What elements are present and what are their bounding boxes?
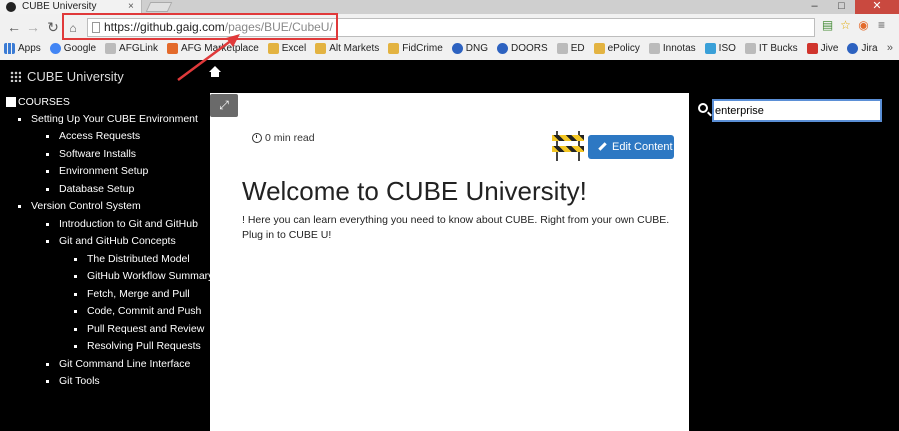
bookmark-fidcrime[interactable]: FidCrime [388, 42, 443, 54]
under-construction-icon [552, 131, 584, 161]
rss-icon[interactable]: ◉ [856, 18, 871, 33]
star-icon[interactable]: ☆ [838, 18, 853, 33]
home-icon[interactable] [209, 66, 221, 78]
page-icon [105, 42, 117, 54]
apps-grid-icon [4, 42, 15, 54]
bookmark-ed[interactable]: ED [556, 42, 585, 54]
window-controls: – □ ✕ [801, 0, 899, 14]
bookmark-iso[interactable]: ISO [704, 42, 736, 54]
bookmarks-bar: Apps Google AFGLink AFG Marketplace Exce… [0, 38, 899, 58]
tab-title: CUBE University [22, 1, 97, 12]
search-input[interactable] [712, 99, 882, 122]
top-navbar: CUBE University [0, 60, 899, 93]
tab-close-icon[interactable]: × [128, 0, 134, 14]
sidebar-item-intro-git[interactable]: Introduction to Git and GitHub [46, 218, 198, 230]
sidebar: COURSES Setting Up Your CUBE Environment… [0, 93, 213, 431]
app-window: CUBE University COURSES Setting Up Your … [0, 60, 899, 431]
brand-title: CUBE University [27, 69, 124, 84]
jive-icon [806, 42, 818, 54]
extension-icon[interactable]: ▤ [820, 18, 835, 33]
jira-icon [847, 42, 859, 54]
tab-strip: CUBE University × – □ ✕ [0, 0, 899, 14]
sidebar-item-git-concepts[interactable]: Git and GitHub Concepts [46, 235, 176, 247]
main-content: ⤢ 0 min read Edit Content Welcome to CUB… [210, 93, 689, 431]
extension-icons: ▤ ☆ ◉ ≡ [820, 18, 889, 37]
pencil-icon [598, 142, 607, 151]
sidebar-item-code-commit-push[interactable]: Code, Commit and Push [74, 305, 201, 317]
sidebar-item-workflow-summary[interactable]: GitHub Workflow Summary [74, 270, 213, 282]
bookmark-afg-marketplace[interactable]: AFG Marketplace [166, 42, 259, 54]
google-icon [49, 42, 61, 54]
folder-icon [593, 42, 605, 54]
sidebar-item-database-setup[interactable]: Database Setup [46, 183, 134, 195]
bookmark-dng[interactable]: DNG [451, 42, 488, 54]
sidebar-item-software-installs[interactable]: Software Installs [46, 148, 136, 160]
afg-icon [166, 42, 178, 54]
sidebar-item-fetch-merge-pull[interactable]: Fetch, Merge and Pull [74, 288, 190, 300]
sidebar-item-resolving-pull-requests[interactable]: Resolving Pull Requests [74, 340, 201, 352]
bookmark-apps[interactable]: Apps [4, 42, 41, 54]
bookmark-it-bucks[interactable]: IT Bucks [744, 42, 798, 54]
close-window-button[interactable]: ✕ [855, 0, 899, 14]
folder-icon [267, 42, 279, 54]
ed-icon [556, 42, 568, 54]
page-title: Welcome to CUBE University! [242, 176, 587, 206]
folder-icon [315, 42, 327, 54]
doors-icon [497, 42, 509, 54]
bookmark-jive[interactable]: Jive [806, 42, 838, 54]
reload-icon[interactable]: ↻ [45, 18, 61, 36]
sidebar-item-access-requests[interactable]: Access Requests [46, 130, 140, 142]
sidebar-item-pull-request-review[interactable]: Pull Request and Review [74, 323, 204, 335]
bookmark-alt-markets[interactable]: Alt Markets [315, 42, 379, 54]
bookmark-google[interactable]: Google [49, 42, 96, 54]
dng-icon [451, 42, 463, 54]
folder-icon [388, 42, 400, 54]
github-icon [6, 2, 16, 12]
grid-icon [10, 71, 21, 82]
browser-chrome: CUBE University × – □ ✕ ← → ↻ ⌂ https://… [0, 0, 899, 60]
maximize-button[interactable]: □ [828, 0, 855, 14]
url-highlight-box [62, 13, 338, 40]
sidebar-item-version-control[interactable]: Version Control System [18, 200, 141, 212]
minimize-button[interactable]: – [801, 0, 828, 14]
clock-icon [252, 133, 262, 143]
page-body: ! Here you can learn everything you need… [242, 214, 670, 241]
more-bookmarks-icon[interactable]: » [887, 42, 893, 54]
back-icon[interactable]: ← [6, 18, 22, 36]
page-icon [648, 42, 660, 54]
bookmark-epolicy[interactable]: ePolicy [593, 42, 640, 54]
bookmark-doors[interactable]: DOORS [497, 42, 548, 54]
sidebar-item-git-cli[interactable]: Git Command Line Interface [46, 358, 190, 370]
right-panel [689, 93, 899, 431]
read-time: 0 min read [252, 132, 315, 144]
book-icon [6, 97, 16, 107]
sidebar-item-environment-setup[interactable]: Environment Setup [46, 165, 148, 177]
page-icon [744, 42, 756, 54]
bookmark-excel[interactable]: Excel [267, 42, 306, 54]
sidebar-item-distributed-model[interactable]: The Distributed Model [74, 253, 190, 265]
sidebar-item-git-tools[interactable]: Git Tools [46, 375, 100, 387]
expand-icon[interactable]: ⤢ [210, 94, 238, 117]
search-icon [698, 103, 708, 113]
courses-header[interactable]: COURSES [6, 96, 70, 108]
bookmark-jira[interactable]: Jira [847, 42, 878, 54]
sidebar-item-setup[interactable]: Setting Up Your CUBE Environment [18, 113, 198, 125]
brand[interactable]: CUBE University [10, 69, 124, 84]
bookmark-afglink[interactable]: AFGLink [105, 42, 158, 54]
new-tab-button[interactable] [145, 2, 173, 12]
bookmark-innotas[interactable]: Innotas [648, 42, 696, 54]
browser-tab[interactable]: CUBE University × [0, 0, 142, 14]
forward-icon[interactable]: → [25, 18, 41, 36]
edit-content-button[interactable]: Edit Content [588, 135, 674, 159]
iso-icon [704, 42, 716, 54]
menu-icon[interactable]: ≡ [874, 18, 889, 33]
